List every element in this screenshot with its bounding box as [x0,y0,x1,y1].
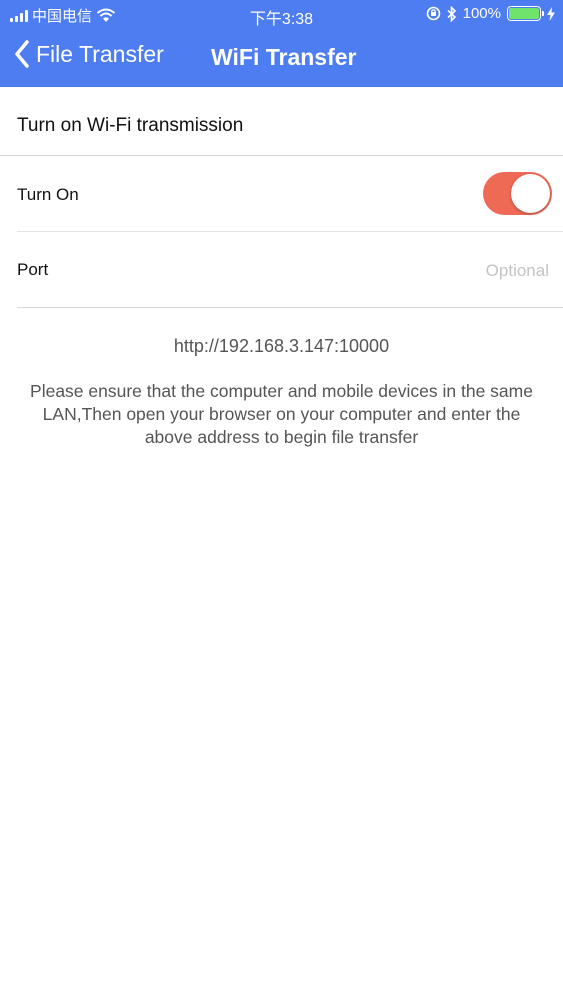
turn-on-toggle[interactable] [483,172,552,215]
bluetooth-icon [447,5,456,22]
instructions-text: Please ensure that the computer and mobi… [30,381,533,447]
turn-on-row: Turn On [0,156,563,232]
battery-percent: 100% [462,5,501,22]
back-button[interactable]: File Transfer [14,40,164,68]
page-title: WiFi Transfer [211,44,357,70]
orientation-lock-icon [426,6,440,21]
header: 中国电信 下午3:38 100% File Transfer WiFi Tran… [0,0,563,87]
port-label: Port [17,260,49,279]
toggle-knob [511,174,550,213]
chevron-left-icon [15,40,29,68]
row-divider [17,307,563,308]
server-address: http://192.168.3.147:10000 [173,336,390,356]
battery-icon [507,6,544,21]
section-title: Turn on Wi-Fi transmission [17,115,244,136]
section-header: Turn on Wi-Fi transmission [0,87,563,156]
port-input[interactable] [349,257,549,285]
charging-icon [547,6,555,21]
back-button-label: File Transfer [36,40,164,67]
status-bar: 中国电信 下午3:38 100% [0,0,563,30]
nav-bar: File Transfer WiFi Transfer [0,30,563,87]
turn-on-label: Turn On [17,185,79,204]
